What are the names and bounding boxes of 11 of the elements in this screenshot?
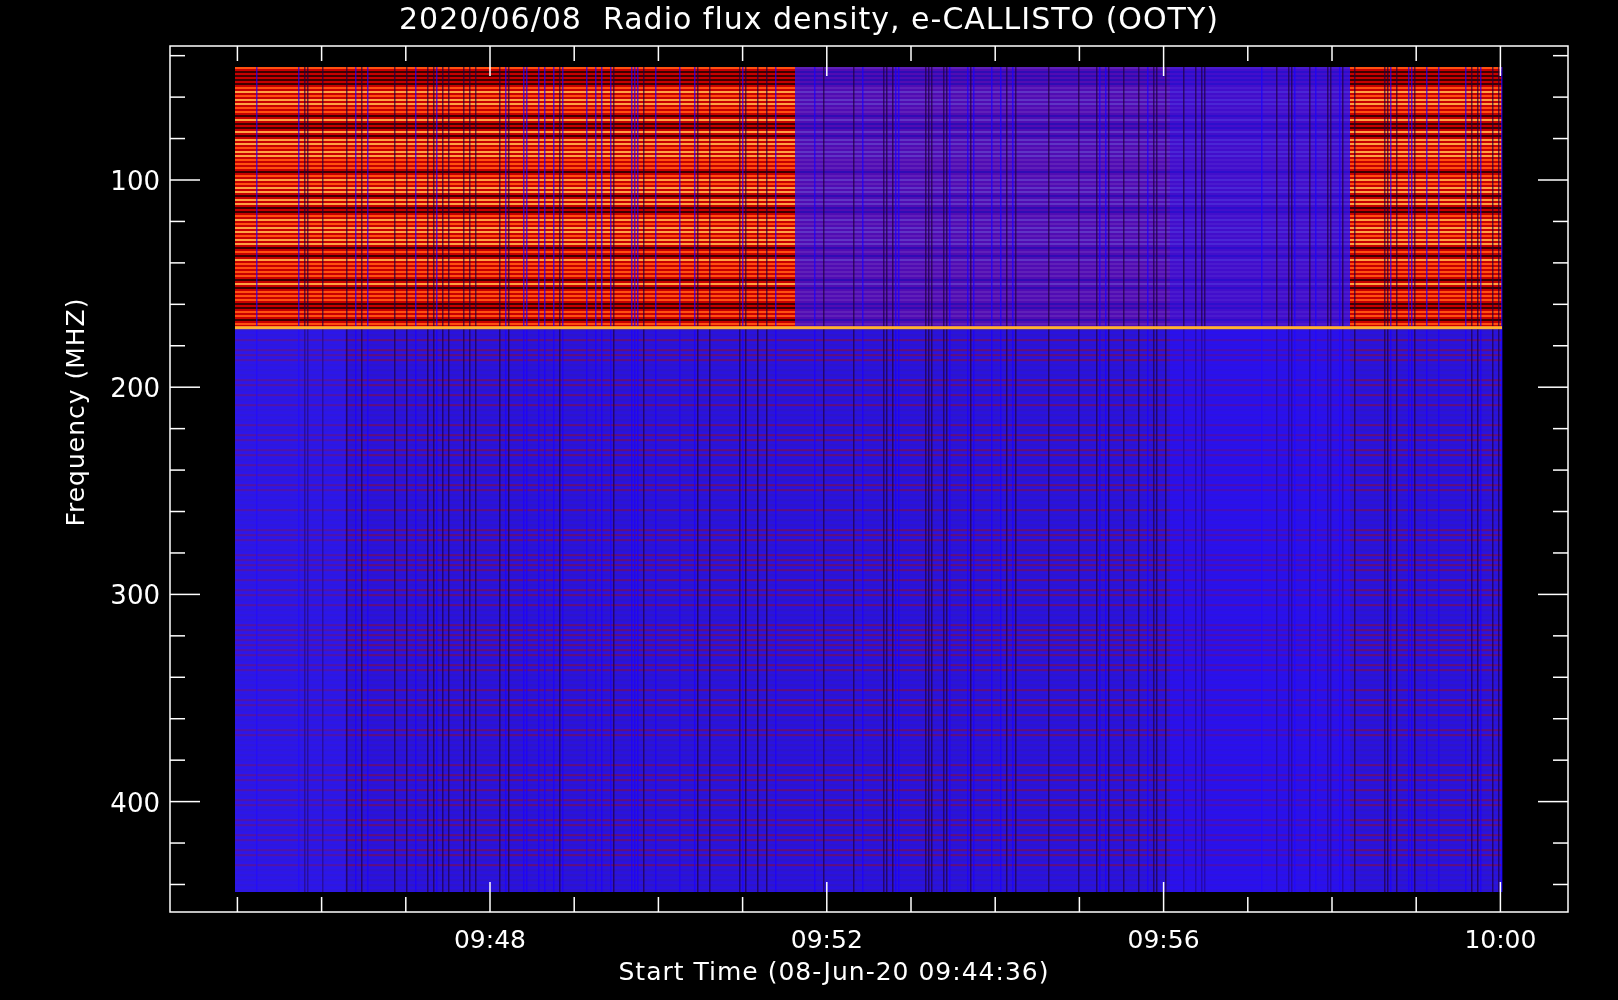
y-tick-label: 400 (110, 787, 160, 818)
y-tick-label: 300 (110, 580, 160, 611)
x-axis-title: Start Time (08-Jun-20 09:44:36) (618, 958, 1050, 986)
y-tick-label: 200 (110, 373, 160, 404)
y-axis-title: Frequency (MHZ) (61, 297, 90, 527)
y-tick-label: 100 (110, 166, 160, 196)
x-tick-label: 09:56 (1127, 925, 1200, 954)
chart-title: 2020/06/08 Radio flux density, e-CALLISTO (OOTY) (399, 2, 1219, 36)
x-tick-label: 09:52 (790, 925, 863, 954)
x-tick-label: 10:00 (1464, 925, 1537, 954)
x-tick-label: 09:48 (454, 925, 526, 954)
